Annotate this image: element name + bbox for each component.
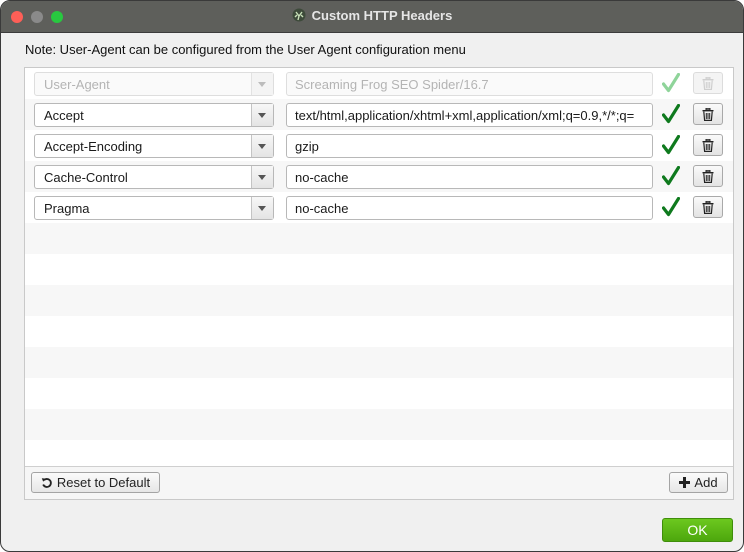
checkmark-icon xyxy=(662,104,680,124)
trash-icon xyxy=(702,201,714,214)
delete-header-button[interactable] xyxy=(693,103,723,125)
ok-button[interactable]: OK xyxy=(662,518,733,542)
empty-row xyxy=(25,440,733,471)
header-value-input[interactable]: gzip xyxy=(286,134,653,158)
headers-panel: User-Agent Screaming Frog SEO Spider/16.7… xyxy=(24,67,734,500)
add-header-button[interactable]: Add xyxy=(669,472,728,493)
header-value-input[interactable]: no-cache xyxy=(286,165,653,189)
header-value: no-cache xyxy=(295,201,349,216)
empty-row xyxy=(25,254,733,285)
header-value: gzip xyxy=(295,139,319,154)
app-frog-icon xyxy=(292,8,306,22)
header-name-dropdown[interactable]: Pragma xyxy=(34,196,274,220)
header-row: Accept-Encoding gzip xyxy=(25,130,733,161)
empty-row xyxy=(25,285,733,316)
header-value: Screaming Frog SEO Spider/16.7 xyxy=(295,77,489,92)
header-row: Pragma no-cache xyxy=(25,192,733,223)
trash-icon xyxy=(702,139,714,152)
chevron-down-icon[interactable] xyxy=(251,135,273,157)
ok-label: OK xyxy=(687,522,708,538)
plus-icon xyxy=(679,477,691,488)
header-row: User-Agent Screaming Frog SEO Spider/16.7 xyxy=(25,68,733,99)
chevron-down-icon[interactable] xyxy=(251,166,273,188)
header-value: text/html,application/xhtml+xml,applicat… xyxy=(295,108,635,123)
checkmark-icon xyxy=(662,135,680,155)
header-name-dropdown[interactable]: Accept xyxy=(34,103,274,127)
delete-header-button[interactable] xyxy=(693,165,723,187)
header-name: Cache-Control xyxy=(44,170,128,185)
header-name: Accept-Encoding xyxy=(44,139,143,154)
delete-header-button[interactable] xyxy=(693,134,723,156)
chevron-down-icon[interactable] xyxy=(251,104,273,126)
undo-icon xyxy=(41,477,52,488)
header-name-dropdown[interactable]: Accept-Encoding xyxy=(34,134,274,158)
custom-http-headers-dialog: Custom HTTP Headers Note: User-Agent can… xyxy=(0,0,744,552)
header-value-input[interactable]: text/html,application/xhtml+xml,applicat… xyxy=(286,103,653,127)
header-name-dropdown: User-Agent xyxy=(34,72,274,96)
titlebar: Custom HTTP Headers xyxy=(1,1,743,33)
delete-header-button xyxy=(693,72,723,94)
headers-table: User-Agent Screaming Frog SEO Spider/16.7… xyxy=(25,68,733,467)
empty-row xyxy=(25,223,733,254)
trash-icon xyxy=(702,108,714,121)
header-value: no-cache xyxy=(295,170,349,185)
header-name: Accept xyxy=(44,108,84,123)
window-title-wrap: Custom HTTP Headers xyxy=(1,8,743,23)
header-row: Cache-Control no-cache xyxy=(25,161,733,192)
header-name: Pragma xyxy=(44,201,90,216)
user-agent-note: Note: User-Agent can be configured from … xyxy=(25,42,466,57)
header-name: User-Agent xyxy=(44,77,110,92)
empty-row xyxy=(25,409,733,440)
empty-row xyxy=(25,378,733,409)
checkmark-icon xyxy=(662,197,680,217)
trash-icon xyxy=(702,77,714,90)
add-label: Add xyxy=(694,475,718,490)
checkmark-icon xyxy=(662,73,680,93)
checkmark-icon xyxy=(662,166,680,186)
empty-row xyxy=(25,316,733,347)
reset-label: Reset to Default xyxy=(56,475,151,490)
header-value-input: Screaming Frog SEO Spider/16.7 xyxy=(286,72,653,96)
header-row: Accept text/html,application/xhtml+xml,ap… xyxy=(25,99,733,130)
chevron-down-icon xyxy=(251,73,273,95)
reset-to-default-button[interactable]: Reset to Default xyxy=(31,472,160,493)
trash-icon xyxy=(702,170,714,183)
header-name-dropdown[interactable]: Cache-Control xyxy=(34,165,274,189)
empty-row xyxy=(25,347,733,378)
chevron-down-icon[interactable] xyxy=(251,197,273,219)
delete-header-button[interactable] xyxy=(693,196,723,218)
window-title: Custom HTTP Headers xyxy=(311,8,453,23)
header-value-input[interactable]: no-cache xyxy=(286,196,653,220)
